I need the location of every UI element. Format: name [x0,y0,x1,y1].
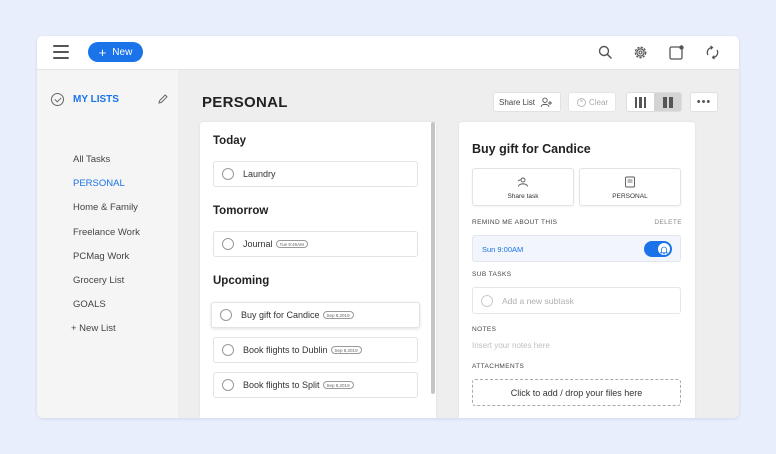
task-title[interactable]: Buy gift for Candice [472,142,591,156]
subtask-input[interactable]: Add a new subtask [472,287,681,314]
list-name-label: PERSONAL [612,193,648,200]
task-label: Laundry [243,169,276,179]
pencil-icon[interactable] [157,93,169,105]
check-circle-icon [51,93,64,106]
task-item[interactable]: Book flights to Dublin Sep 8,2019 [213,337,418,363]
page-title: PERSONAL [202,94,288,111]
scrollbar[interactable] [431,122,435,394]
share-task-button[interactable]: Share task [472,168,574,206]
due-date-badge: Sep 8,2019 [322,381,354,389]
task-label: Book flights to Dublin [243,345,328,355]
sidebar-item-all-tasks[interactable]: All Tasks [73,154,110,165]
subtasks-section-label: SUB TASKS [472,271,512,278]
clear-label: Clear [589,97,609,107]
task-checkbox[interactable] [220,309,232,321]
share-users-icon [540,97,553,107]
top-bar: + New [37,36,739,70]
task-label: Book flights to Split [243,380,320,390]
task-checkbox[interactable] [222,238,234,250]
list-icon [625,176,635,188]
plus-icon: + [98,44,107,60]
task-label: Buy gift for Candice [241,310,320,320]
task-checkbox[interactable] [222,379,234,391]
task-checkbox[interactable] [222,168,234,180]
notifications-icon[interactable] [668,44,685,61]
new-list-link[interactable]: + New List [71,323,116,334]
gear-icon[interactable] [632,44,649,61]
due-date-badge: Sep 8,2019 [330,346,362,354]
notes-section-label: NOTES [472,326,497,333]
section-title-upcoming: Upcoming [213,275,270,287]
task-item[interactable]: Book flights to Split Sep 8,2019 [213,372,418,398]
menu-icon[interactable] [53,45,69,59]
task-item[interactable]: Journal Tue 9:45AM [213,231,418,257]
sidebar-item-freelance-work[interactable]: Freelance Work [73,227,140,238]
task-detail-panel: Buy gift for Candice Share task PERSONAL… [459,122,695,418]
view-toggle [626,92,682,112]
reminder-row[interactable]: Sun 9:00AM [472,235,681,262]
three-column-view-button[interactable] [627,93,654,111]
sync-icon[interactable] [704,44,721,61]
new-button[interactable]: + New [88,42,143,62]
sidebar-item-home-family[interactable]: Home & Family [73,202,138,213]
task-checkbox[interactable] [222,344,234,356]
bell-icon [659,246,669,255]
reminder-toggle[interactable] [644,241,672,257]
notes-input[interactable]: Insert your notes here [472,341,550,350]
remind-section-label: REMIND ME ABOUT THIS [472,219,558,226]
reminder-time: Sun 9:00AM [482,245,524,254]
share-list-button[interactable]: Share List [493,92,561,112]
attachment-dropzone[interactable]: Click to add / drop your files here [472,379,681,406]
due-date-badge: Sep 8,2019 [322,311,354,319]
share-users-icon [517,177,528,187]
task-label: Journal [243,239,273,249]
two-column-view-button[interactable] [654,93,681,111]
main-area: PERSONAL Share List × Clear ••• Today La… [178,70,739,418]
close-circle-icon: × [577,97,586,107]
task-list-panel: Today Laundry Tomorrow Journal Tue 9:45A… [200,122,436,418]
my-lists-title: MY LISTS [73,94,119,105]
task-item-selected[interactable]: Buy gift for Candice Sep 8,2019 [211,302,420,328]
app-window: + New MY LISTS All Tasks PERSONAL Home &… [37,36,739,418]
task-item[interactable]: Laundry [213,161,418,187]
section-title-tomorrow: Tomorrow [213,205,269,217]
attachments-section-label: ATTACHMENTS [472,363,525,370]
sidebar-item-pcmag-work[interactable]: PCMag Work [73,251,129,262]
list-selector-button[interactable]: PERSONAL [579,168,681,206]
my-lists-header[interactable]: MY LISTS [51,92,169,108]
new-button-label: New [112,46,133,58]
more-options-button[interactable]: ••• [690,92,718,112]
share-list-label: Share List [499,97,536,107]
search-icon[interactable] [597,44,614,61]
due-date-badge: Tue 9:45AM [275,240,308,248]
sidebar: MY LISTS All Tasks PERSONAL Home & Famil… [37,70,178,418]
clear-button[interactable]: × Clear [568,92,616,112]
sidebar-item-grocery-list[interactable]: Grocery List [73,275,124,286]
subtask-placeholder: Add a new subtask [502,295,574,306]
section-title-today: Today [213,135,247,147]
delete-reminder-link[interactable]: DELETE [654,219,682,226]
sidebar-item-personal[interactable]: PERSONAL [73,178,125,189]
share-task-label: Share task [507,193,539,200]
sidebar-item-goals[interactable]: GOALS [73,299,106,310]
toggle-knob [657,242,671,256]
subtask-checkbox [481,294,493,307]
